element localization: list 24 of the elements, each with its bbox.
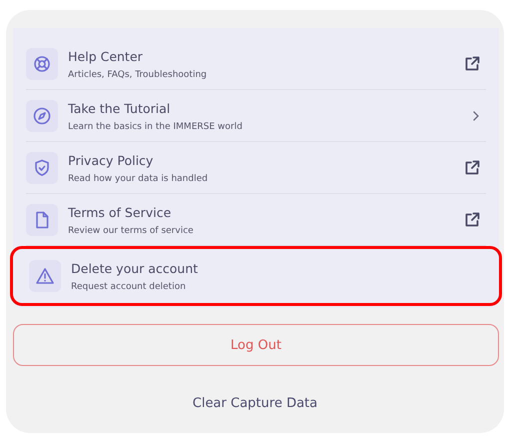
menu-item[interactable]: Take the Tutorial Learn the basics in the IMMERSE world — [26, 90, 486, 142]
menu-item-subtitle: Review our terms of service — [68, 226, 194, 236]
chevron-right-icon — [472, 110, 480, 122]
menu-item-title: Privacy Policy — [68, 152, 154, 170]
menu-item-title: Help Center — [68, 48, 144, 66]
compass-icon — [32, 106, 52, 126]
lifebuoy-icon — [32, 54, 52, 74]
menu-item-subtitle: Learn the basics in the IMMERSE world — [68, 122, 244, 132]
external-link-icon — [464, 160, 480, 176]
menu-item[interactable]: Privacy Policy Read how your data is handled — [26, 142, 486, 194]
warning-icon — [35, 266, 55, 286]
menu-item-subtitle: Read how your data is handled — [68, 174, 209, 184]
clear-data-link[interactable]: Clear Capture Data — [192, 396, 318, 411]
menu-item-subtitle: Request account deletion — [71, 282, 187, 292]
menu-item-title: Delete your account — [71, 260, 199, 278]
shield-icon — [32, 158, 52, 178]
menu-item-title: Terms of Service — [68, 204, 172, 222]
menu-item-subtitle: Articles, FAQs, Troubleshooting — [68, 70, 208, 80]
menu-item[interactable]: Terms of Service Review our terms of service — [26, 194, 486, 246]
menu-item-title: Take the Tutorial — [68, 100, 172, 118]
menu-item[interactable]: Help Center Articles, FAQs, Troubleshooting — [26, 38, 486, 90]
external-link-icon — [464, 212, 480, 228]
highlighted-menu-item[interactable]: Delete your account Request account deletion — [10, 246, 502, 306]
external-link-icon — [464, 56, 480, 72]
